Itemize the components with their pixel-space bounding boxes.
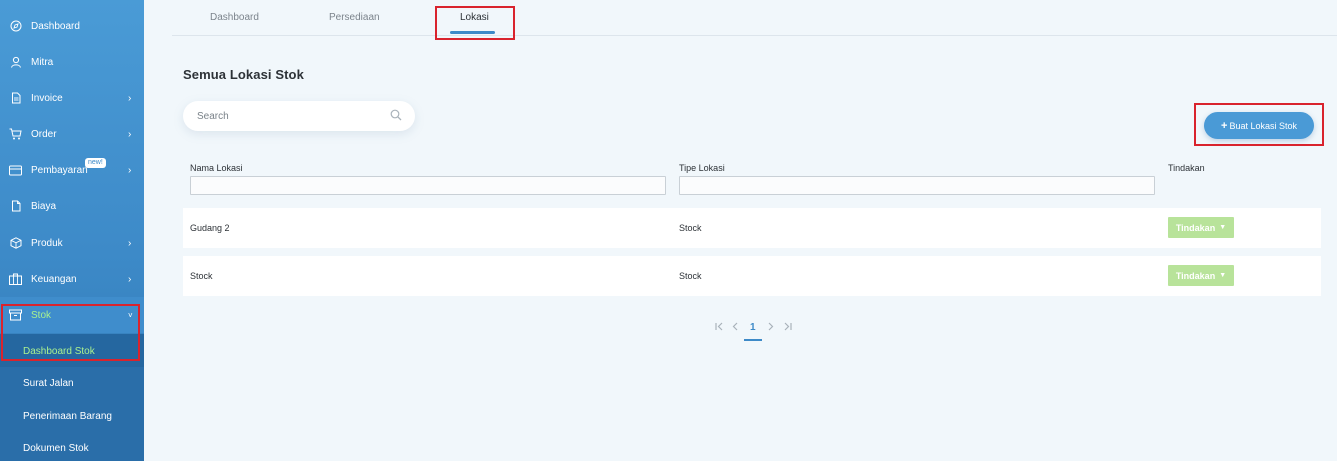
tindakan-dropdown-button[interactable]: Tindakan ▼ xyxy=(1168,265,1234,286)
cell-nama-lokasi: Stock xyxy=(190,271,213,281)
chevron-down-icon: ˅ xyxy=(128,310,133,320)
tindakan-dropdown-button[interactable]: Tindakan ▼ xyxy=(1168,217,1234,238)
submenu-item-dashboard-stok[interactable]: Dashboard Stok xyxy=(23,346,95,357)
chevron-right-icon: › xyxy=(128,237,132,249)
user-icon xyxy=(9,56,22,69)
filter-tipe-lokasi-input[interactable] xyxy=(679,176,1155,195)
tabs-divider xyxy=(172,35,1337,36)
active-tab-indicator xyxy=(450,31,495,34)
cart-icon xyxy=(9,128,22,141)
current-page-indicator xyxy=(744,339,762,341)
sidebar-item-label: Mitra xyxy=(31,56,54,68)
tindakan-label: Tindakan xyxy=(1175,270,1216,281)
archive-icon xyxy=(9,309,22,322)
last-page-icon[interactable] xyxy=(783,322,792,334)
filter-nama-lokasi-input[interactable] xyxy=(190,176,666,195)
cell-tipe-lokasi: Stock xyxy=(679,223,702,233)
sidebar-item-label: Stok xyxy=(31,309,52,321)
column-header-tindakan: Tindakan xyxy=(1168,163,1205,173)
caret-down-icon: ▼ xyxy=(1219,272,1227,279)
table-row: Gudang 2 Stock Tindakan ▼ xyxy=(183,208,1321,248)
chevron-right-icon: › xyxy=(128,273,132,285)
chevron-right-icon: › xyxy=(128,92,132,104)
tab-lokasi[interactable]: Lokasi xyxy=(460,12,489,23)
file-icon xyxy=(9,200,22,213)
search-icon[interactable] xyxy=(390,109,402,124)
caret-down-icon: ▼ xyxy=(1219,224,1227,231)
sidebar-item-pembayaran[interactable]: Pembayaran new! › xyxy=(0,152,144,188)
stok-submenu: Dashboard Stok Surat Jalan Penerimaan Ba… xyxy=(0,334,144,461)
tindakan-label: Tindakan xyxy=(1175,222,1216,233)
sidebar-item-label: Order xyxy=(31,128,57,140)
search-box xyxy=(183,101,415,131)
submenu-item-penerimaan-barang[interactable]: Penerimaan Barang xyxy=(23,411,112,422)
column-header-tipe-lokasi: Tipe Lokasi xyxy=(679,163,725,173)
card-icon xyxy=(9,164,22,177)
new-badge: new! xyxy=(85,158,106,168)
sidebar-item-dashboard[interactable]: Dashboard xyxy=(0,8,144,44)
document-icon xyxy=(9,92,22,105)
column-header-nama-lokasi: Nama Lokasi xyxy=(190,163,243,173)
sidebar-item-label: Invoice xyxy=(31,92,63,104)
sidebar-item-stok[interactable]: Stok ˅ xyxy=(0,297,144,333)
page-title: Semua Lokasi Stok xyxy=(183,67,304,82)
cell-nama-lokasi: Gudang 2 xyxy=(190,223,230,233)
first-page-icon[interactable] xyxy=(715,322,724,334)
sidebar-item-order[interactable]: Order › xyxy=(0,116,144,152)
submenu-item-surat-jalan[interactable]: Surat Jalan xyxy=(23,378,74,389)
sidebar-item-label: Keuangan xyxy=(31,273,77,285)
chevron-right-icon: › xyxy=(128,128,132,140)
sidebar-item-keuangan[interactable]: Keuangan › xyxy=(0,261,144,297)
tab-persediaan[interactable]: Persediaan xyxy=(329,12,380,23)
table-row: Stock Stock Tindakan ▼ xyxy=(183,256,1321,296)
compass-icon xyxy=(9,20,22,33)
sidebar-item-invoice[interactable]: Invoice › xyxy=(0,80,144,116)
sidebar-item-biaya[interactable]: Biaya xyxy=(0,188,144,224)
create-location-button[interactable]: + Buat Lokasi Stok xyxy=(1204,112,1314,139)
next-page-icon[interactable] xyxy=(767,322,775,334)
sidebar: Dashboard Mitra Invoice › Order › Pembay… xyxy=(0,0,144,461)
submenu-item-dokumen-stok[interactable]: Dokumen Stok xyxy=(23,443,89,454)
create-button-label: Buat Lokasi Stok xyxy=(1229,120,1297,131)
chevron-right-icon: › xyxy=(128,164,132,176)
previous-page-icon[interactable] xyxy=(731,322,739,334)
box-icon xyxy=(9,237,22,250)
plus-icon: + xyxy=(1221,119,1228,132)
sidebar-item-label: Produk xyxy=(31,237,63,249)
sidebar-item-label: Biaya xyxy=(31,200,57,212)
search-input[interactable] xyxy=(197,108,387,124)
sidebar-item-label: Pembayaran xyxy=(31,164,88,176)
briefcase-icon xyxy=(9,273,22,286)
sidebar-item-mitra[interactable]: Mitra xyxy=(0,44,144,80)
cell-tipe-lokasi: Stock xyxy=(679,271,702,281)
tab-dashboard[interactable]: Dashboard xyxy=(210,12,259,23)
page-number[interactable]: 1 xyxy=(750,322,756,333)
sidebar-item-label: Dashboard xyxy=(31,20,80,32)
sidebar-item-produk[interactable]: Produk › xyxy=(0,225,144,261)
